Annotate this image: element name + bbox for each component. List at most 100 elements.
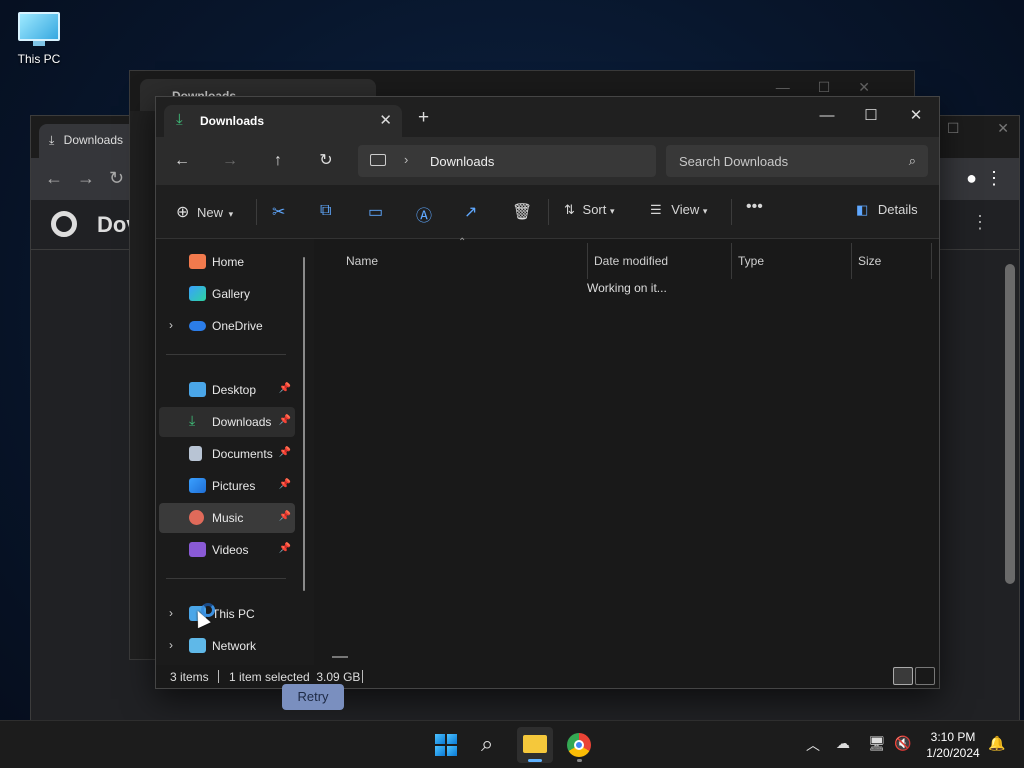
- desktop-icon-label: This PC: [17, 52, 61, 66]
- chrome-scrollbar[interactable]: [1005, 256, 1015, 706]
- videos-icon: [189, 542, 206, 557]
- page-menu-icon[interactable]: ⋮: [971, 212, 989, 233]
- restore-icon[interactable]: ☐: [947, 120, 960, 136]
- column-header-name[interactable]: Name: [340, 243, 588, 279]
- chevron-right-icon[interactable]: ›: [169, 318, 173, 332]
- sidebar-item-documents[interactable]: Documents 📌: [159, 439, 295, 469]
- onedrive-offline-icon[interactable]: ☁: [836, 735, 850, 752]
- address-location[interactable]: Downloads: [430, 154, 494, 169]
- plus-circle-icon: ⊕: [176, 204, 190, 221]
- explorer-tab-title: Downloads: [200, 114, 265, 128]
- clock-time: 3:10 PM: [930, 730, 976, 744]
- new-button[interactable]: ⊕ New ▾: [176, 202, 233, 222]
- chrome-taskbar-button[interactable]: [561, 727, 597, 763]
- chevron-right-icon[interactable]: ›: [404, 152, 408, 167]
- navigation-pane: Home Gallery › OneDrive Desktop 📌 ⤓ Down…: [156, 239, 314, 665]
- sidebar-item-downloads[interactable]: ⤓ Downloads 📌: [159, 407, 295, 437]
- column-header-date[interactable]: Date modified: [588, 243, 732, 279]
- view-label: View: [671, 202, 700, 217]
- chrome-logo-icon: [51, 211, 77, 237]
- retry-button[interactable]: Retry: [282, 684, 344, 710]
- volume-muted-icon[interactable]: 🔇: [894, 735, 911, 752]
- search-button[interactable]: ⌕: [473, 727, 509, 763]
- view-icon: ☰: [650, 202, 662, 217]
- address-bar[interactable]: › Downloads: [358, 145, 656, 177]
- sidebar-item-gallery[interactable]: Gallery: [159, 279, 295, 309]
- maximize-button[interactable]: ☐: [848, 101, 894, 131]
- delete-button[interactable]: 🗑: [512, 202, 532, 222]
- forward-button[interactable]: →: [218, 149, 242, 173]
- details-view-button[interactable]: [893, 667, 913, 685]
- file-list[interactable]: ⌃ Name Date modified Type Size Working o…: [314, 237, 939, 665]
- sidebar-item-desktop[interactable]: Desktop 📌: [159, 375, 295, 405]
- menu-icon[interactable]: ⋮: [985, 168, 1003, 189]
- copy-button[interactable]: ⧉: [320, 202, 331, 220]
- sidebar-item-videos[interactable]: Videos 📌: [159, 535, 295, 565]
- explorer-tab[interactable]: ⤓ Downloads ✕: [164, 105, 402, 137]
- close-tab-icon[interactable]: ✕: [379, 111, 392, 129]
- bg-window-controls: —☐✕: [775, 79, 898, 95]
- clock-date: 1/20/2024: [926, 746, 980, 760]
- pin-icon[interactable]: 📌: [279, 543, 291, 554]
- chevron-right-icon[interactable]: ›: [169, 606, 173, 620]
- refresh-button[interactable]: ↻: [314, 149, 338, 173]
- command-bar: ⊕ New ▾ ✂ ⧉ ▭ Ⓐ ↗ 🗑 ⇅ Sort ▾ ☰ View ▾ ••…: [156, 185, 939, 239]
- close-button[interactable]: ✕: [893, 101, 939, 131]
- forward-icon[interactable]: →: [77, 168, 95, 189]
- column-header-size[interactable]: Size: [852, 243, 932, 279]
- nav-scrollbar[interactable]: [303, 257, 305, 591]
- rename-button[interactable]: Ⓐ: [416, 202, 432, 226]
- up-button[interactable]: ↑: [266, 149, 290, 173]
- reload-icon[interactable]: ↻: [109, 168, 124, 189]
- share-button[interactable]: ↗: [464, 202, 477, 222]
- chrome-tab-title: Downloads: [63, 133, 124, 147]
- account-icon[interactable]: ●: [966, 168, 977, 189]
- sort-label: Sort: [582, 202, 607, 217]
- sidebar-item-label: Gallery: [212, 287, 251, 301]
- sidebar-item-onedrive[interactable]: › OneDrive: [159, 311, 295, 341]
- sidebar-item-pictures[interactable]: Pictures 📌: [159, 471, 295, 501]
- details-label: Details: [877, 202, 918, 217]
- pin-icon[interactable]: 📌: [279, 383, 291, 394]
- chevron-down-icon: ▾: [610, 206, 615, 216]
- column-header-type[interactable]: Type: [732, 243, 852, 279]
- view-button[interactable]: ☰ View ▾: [650, 202, 707, 218]
- tiles-view-button[interactable]: [915, 667, 935, 685]
- chevron-up-icon[interactable]: ︿: [806, 735, 820, 755]
- file-explorer-taskbar-button[interactable]: [517, 727, 553, 763]
- home-icon: [189, 254, 206, 269]
- pin-icon[interactable]: 📌: [279, 447, 291, 458]
- pictures-icon: [189, 478, 206, 493]
- sidebar-item-this-pc[interactable]: › This PC: [159, 599, 295, 629]
- search-icon: ⌕: [908, 153, 916, 168]
- sidebar-item-network[interactable]: › Network: [159, 631, 295, 661]
- cut-button[interactable]: ✂: [272, 202, 285, 222]
- cloud-icon: [189, 321, 206, 331]
- sidebar-item-music[interactable]: Music 📌: [159, 503, 295, 533]
- pin-icon[interactable]: 📌: [279, 479, 291, 490]
- paste-button[interactable]: ▭: [368, 202, 383, 222]
- new-tab-button[interactable]: +: [418, 107, 429, 129]
- back-icon[interactable]: ←: [45, 168, 63, 189]
- pin-icon[interactable]: 📌: [279, 511, 291, 522]
- back-button[interactable]: ←: [170, 149, 194, 173]
- desktop-icon-this-pc[interactable]: This PC: [10, 8, 68, 66]
- more-options-button[interactable]: •••: [746, 198, 763, 216]
- chevron-right-icon[interactable]: ›: [169, 638, 173, 652]
- pin-icon[interactable]: 📌: [279, 415, 291, 426]
- sidebar-item-label: Music: [212, 511, 244, 525]
- file-explorer-window[interactable]: ⤓ Downloads ✕ + — ☐ ✕ ← → ↑ ↻ › Download…: [155, 96, 940, 689]
- sidebar-item-home[interactable]: Home: [159, 247, 295, 277]
- download-icon: ⤓: [49, 133, 55, 147]
- close-icon[interactable]: ✕: [997, 120, 1009, 136]
- notification-bell-icon[interactable]: 🔔: [988, 735, 1005, 752]
- details-button[interactable]: ◧ Details: [856, 202, 918, 218]
- network-icon[interactable]: 🖥: [868, 735, 886, 752]
- search-input[interactable]: Search Downloads ⌕: [666, 145, 928, 177]
- this-pc-icon: [370, 154, 386, 166]
- start-button[interactable]: [428, 727, 464, 763]
- horizontal-scrollbar[interactable]: [332, 656, 348, 658]
- clock[interactable]: 3:10 PM 1/20/2024: [918, 729, 988, 761]
- sort-button[interactable]: ⇅ Sort ▾: [564, 202, 615, 218]
- minimize-button[interactable]: —: [804, 101, 850, 131]
